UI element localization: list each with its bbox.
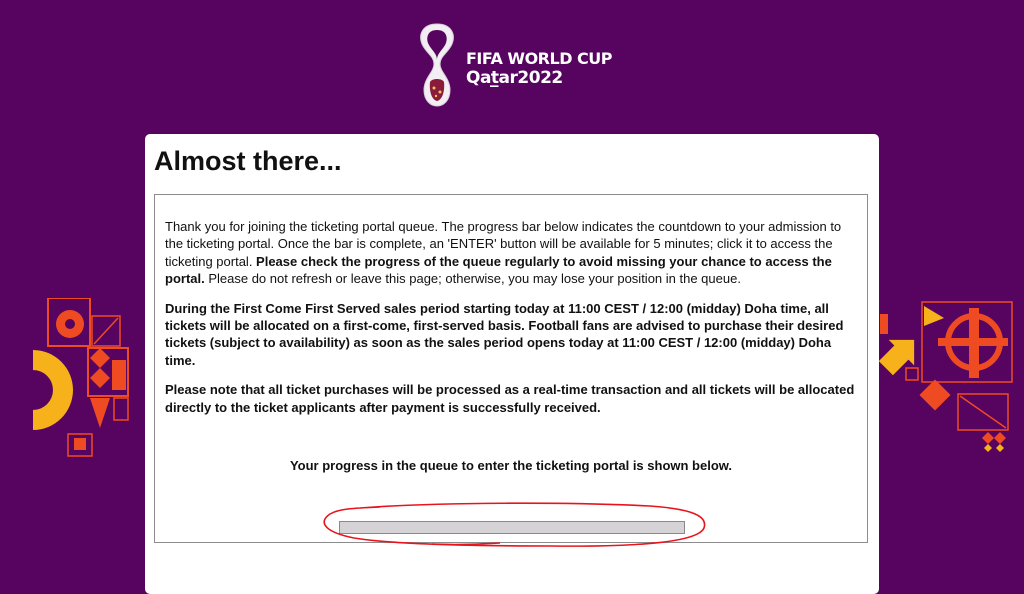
fifa-world-cup-logo: FIFA WORLD CUP Qat̲ar2022 — [414, 20, 614, 110]
trophy-emblem-icon — [420, 23, 454, 107]
intro-text-end: Please do not refresh or leave this page… — [204, 271, 741, 287]
logo-subtitle: Qat̲ar2022 — [466, 68, 563, 88]
decorative-pattern-right — [876, 298, 1016, 465]
page-title: Almost there... — [154, 146, 342, 176]
payment-note-paragraph: Please note that all ticket purchases wi… — [165, 382, 855, 415]
logo-title: FIFA WORLD CUP — [466, 49, 613, 68]
decorative-pattern-left — [28, 297, 132, 463]
progress-caption: Your progress in the queue to enter the … — [289, 458, 733, 474]
annotation-circle — [323, 502, 706, 547]
sales-period-paragraph: During the First Come First Served sales… — [165, 300, 844, 368]
logo-wordmark: FIFA WORLD CUP Qat̲ar2022 — [466, 49, 613, 89]
intro-paragraph: Thank you for joining the ticketing port… — [165, 218, 857, 288]
queue-info-box: Thank you for joining the ticketing port… — [154, 194, 868, 543]
